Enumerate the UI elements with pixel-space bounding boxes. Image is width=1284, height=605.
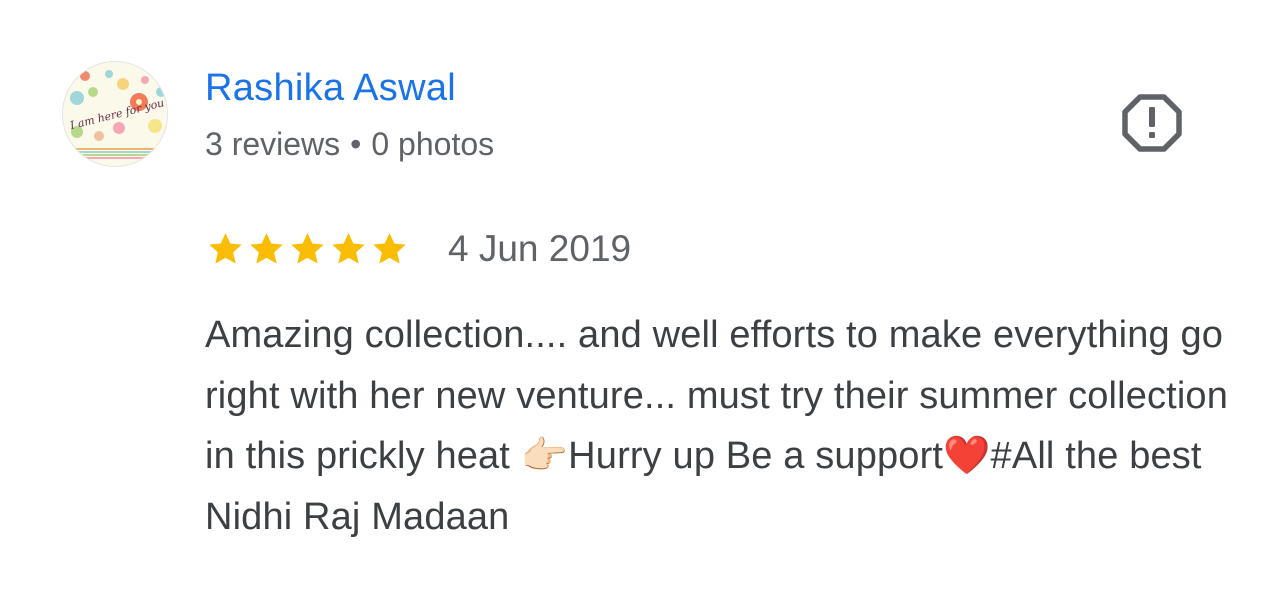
author-meta: 3 reviews • 0 photos [205, 124, 494, 164]
author-name-link[interactable]: Rashika Aswal [205, 64, 456, 112]
star-icon [250, 233, 283, 264]
rating-row: 4 Jun 2019 [205, 226, 631, 272]
review-date: 4 Jun 2019 [448, 228, 632, 269]
reviews-count: 3 reviews [205, 126, 341, 162]
report-button[interactable] [1120, 92, 1184, 152]
report-octagon-icon [1122, 94, 1182, 152]
meta-separator: • [350, 126, 362, 162]
star-icon [209, 233, 242, 264]
star-icon [332, 233, 365, 264]
author-avatar[interactable]: I am here for you [62, 61, 168, 167]
star-icon [291, 233, 324, 264]
star-rating [205, 226, 410, 272]
review-text: Amazing collection.... and well efforts … [205, 314, 1228, 538]
review-card: I am here for you Rashika Aswal 3 review… [0, 0, 1284, 605]
photos-count: 0 photos [371, 126, 495, 162]
floral-avatar-image: I am here for you [63, 62, 167, 166]
star-icon [373, 233, 406, 264]
